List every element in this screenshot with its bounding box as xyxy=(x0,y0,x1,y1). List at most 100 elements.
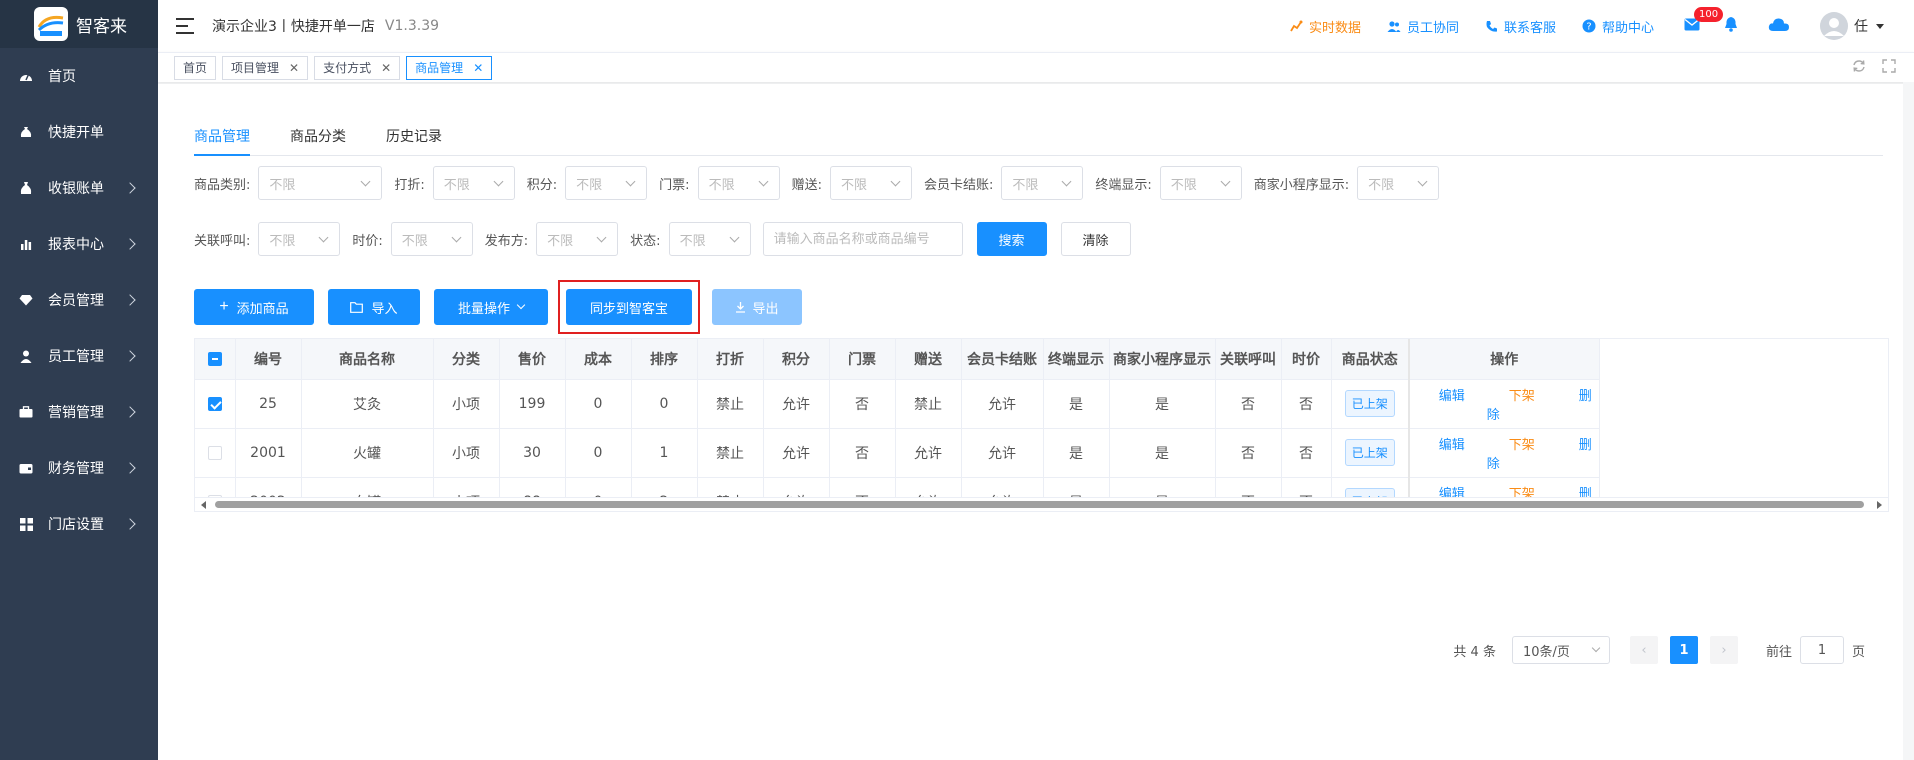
filter-select-5[interactable]: 不限 xyxy=(1001,166,1084,200)
cell-name: 火罐 xyxy=(301,428,434,478)
sidebar: 智客来 首页快捷开单 收银账单 报表中心 会员管理 员工管理营销管理财务管理 门店设置 xyxy=(0,0,158,760)
cloud-button[interactable] xyxy=(1768,17,1790,36)
filter-select-0[interactable]: 不限 xyxy=(258,222,341,256)
user-dropdown-icon[interactable] xyxy=(1876,23,1884,29)
edit-link[interactable]: 编辑 xyxy=(1439,389,1465,404)
notification-button[interactable] xyxy=(1724,16,1738,36)
filter-select-3[interactable]: 不限 xyxy=(668,222,751,256)
avatar[interactable] xyxy=(1820,12,1848,40)
filter-label: 时价: xyxy=(352,233,383,249)
sidebar-item-6[interactable]: 营销管理 xyxy=(0,384,158,440)
scrollbar-thumb[interactable] xyxy=(215,501,1864,508)
view-tab-1[interactable]: 项目管理 ✕ xyxy=(222,55,309,80)
filter-select-4[interactable]: 不限 xyxy=(829,166,912,200)
brand: 智客来 xyxy=(0,0,158,48)
sidebar-item-0[interactable]: 首页 xyxy=(0,48,158,104)
filter-select-0[interactable]: 不限 xyxy=(258,166,383,200)
filter-value: 不限 xyxy=(576,177,603,193)
staff-collab-label: 员工协同 xyxy=(1406,20,1459,36)
filter-select-7[interactable]: 不限 xyxy=(1357,166,1440,200)
cell-sort: 2 xyxy=(631,477,698,497)
sub-tab-1[interactable]: 商品分类 xyxy=(290,120,346,156)
close-icon[interactable]: ✕ xyxy=(381,61,391,75)
table-horizontal-scrollbar[interactable] xyxy=(194,498,1889,512)
filter-select-2[interactable]: 不限 xyxy=(565,166,648,200)
next-page-button[interactable]: › xyxy=(1709,636,1738,664)
page-number-current[interactable]: 1 xyxy=(1669,636,1698,664)
help-center-label: 帮助中心 xyxy=(1601,20,1654,36)
search-button[interactable]: 搜索 xyxy=(976,222,1047,256)
view-tab-label: 商品管理 xyxy=(415,61,464,75)
add-product-button[interactable]: + 添加商品 xyxy=(194,289,314,325)
user-name[interactable]: 任 xyxy=(1854,16,1868,36)
import-button[interactable]: 导入 xyxy=(328,289,420,325)
view-tab-label: 支付方式 xyxy=(323,61,372,75)
row-checkbox[interactable] xyxy=(207,445,222,460)
scroll-right-icon[interactable] xyxy=(1877,501,1882,509)
take-down-link[interactable]: 下架 xyxy=(1509,389,1535,404)
column-header: 积分 xyxy=(763,339,830,380)
sync-button[interactable]: 同步到智客宝 xyxy=(566,289,692,325)
row-checkbox[interactable] xyxy=(207,396,222,411)
clear-button[interactable]: 清除 xyxy=(1060,222,1131,256)
plus-icon: + xyxy=(219,298,229,315)
sidebar-item-5[interactable]: 员工管理 xyxy=(0,328,158,384)
contact-service-link[interactable]: 联系客服 xyxy=(1485,17,1556,36)
filter-select-1[interactable]: 不限 xyxy=(390,222,473,256)
sidebar-item-2[interactable]: 收银账单 xyxy=(0,160,158,216)
cell-price: 30 xyxy=(499,428,566,478)
column-header: 打折 xyxy=(697,339,764,380)
sidebar-item-label: 首页 xyxy=(48,69,76,85)
filter-select-1[interactable]: 不限 xyxy=(432,166,515,200)
filter-select-6[interactable]: 不限 xyxy=(1159,166,1242,200)
bar-chart-icon xyxy=(18,236,34,252)
view-tab-3[interactable]: 商品管理 ✕ xyxy=(406,55,493,80)
filter-value: 不限 xyxy=(269,177,296,193)
mail-button[interactable]: 100 xyxy=(1684,6,1724,35)
fullscreen-icon[interactable] xyxy=(1882,59,1896,77)
sidebar-item-7[interactable]: 财务管理 xyxy=(0,440,158,496)
take-down-link[interactable]: 下架 xyxy=(1509,438,1535,453)
sub-tab-2[interactable]: 历史记录 xyxy=(386,120,442,156)
delete-link[interactable]: 删除 xyxy=(1487,438,1592,472)
delete-link[interactable]: 删除 xyxy=(1487,389,1592,423)
refresh-icon[interactable] xyxy=(1852,59,1866,77)
brand-logo xyxy=(34,7,68,41)
filter-select-2[interactable]: 不限 xyxy=(536,222,619,256)
sub-tab-0[interactable]: 商品管理 xyxy=(194,120,250,156)
export-label: 导出 xyxy=(752,300,779,316)
staff-collab-link[interactable]: 员工协同 xyxy=(1387,17,1459,36)
scroll-left-icon[interactable] xyxy=(201,501,206,509)
help-center-link[interactable]: ? 帮助中心 xyxy=(1582,17,1654,36)
filter-select-3[interactable]: 不限 xyxy=(697,166,780,200)
edit-link[interactable]: 编辑 xyxy=(1439,487,1465,498)
column-header: 赠送 xyxy=(895,339,962,380)
realtime-data-link[interactable]: 实时数据 xyxy=(1290,17,1361,36)
batch-operation-button[interactable]: 批量操作 xyxy=(434,289,548,325)
column-header: 售价 xyxy=(499,339,566,380)
sidebar-item-8[interactable]: 门店设置 xyxy=(0,496,158,552)
export-button[interactable]: 导出 xyxy=(712,289,802,325)
sidebar-item-1[interactable]: 快捷开单 xyxy=(0,104,158,160)
user-icon xyxy=(18,348,34,364)
status-badge: 已上架 xyxy=(1344,439,1395,466)
menu-toggle-icon[interactable] xyxy=(176,18,194,34)
close-icon[interactable]: ✕ xyxy=(473,61,483,75)
prev-page-button[interactable]: ‹ xyxy=(1629,636,1658,664)
select-all-checkbox[interactable] xyxy=(207,351,222,366)
view-tab-0[interactable]: 首页 xyxy=(174,55,217,80)
close-icon[interactable]: ✕ xyxy=(289,61,299,75)
sidebar-item-4[interactable]: 会员管理 xyxy=(0,272,158,328)
chevron-down-icon xyxy=(596,232,607,243)
take-down-link[interactable]: 下架 xyxy=(1509,487,1535,498)
sidebar-item-label: 营销管理 xyxy=(48,405,104,421)
edit-link[interactable]: 编辑 xyxy=(1439,438,1465,453)
search-input[interactable] xyxy=(762,222,963,256)
diamond-icon xyxy=(18,292,34,308)
goto-page-input[interactable] xyxy=(1799,636,1844,664)
page-size-value: 10条/页 xyxy=(1522,644,1570,660)
delete-link[interactable]: 删除 xyxy=(1487,487,1592,498)
sidebar-item-3[interactable]: 报表中心 xyxy=(0,216,158,272)
view-tab-2[interactable]: 支付方式 ✕ xyxy=(314,55,401,80)
page-size-select[interactable]: 10条/页 xyxy=(1511,636,1610,664)
